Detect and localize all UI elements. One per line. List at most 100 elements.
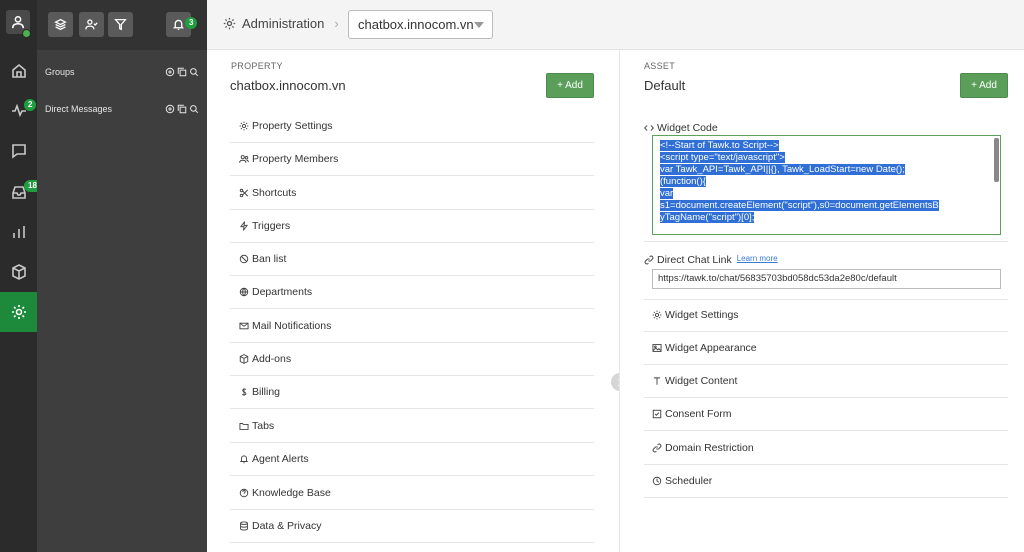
direct-chat-link-input[interactable]: https://tawk.to/chat/56835703bd058dc53da… [652,269,1001,289]
rail-reports-button[interactable] [0,212,37,252]
text-icon [653,377,661,385]
sidebar: 3 Groups Direct Messages [37,0,207,552]
property-menu-shortcuts[interactable]: Shortcuts [230,177,594,210]
property-menu-tabs[interactable]: Tabs [230,410,594,443]
online-status-dot [22,29,31,38]
property-menu-agent-alerts[interactable]: Agent Alerts [230,443,594,476]
property-menu-label: Add-ons [252,353,292,365]
layers-icon [54,18,67,31]
asset-menu-label: Widget Appearance [665,342,757,354]
image-icon [652,344,662,352]
property-menu-label: Shortcuts [252,187,297,199]
chat-icon [11,144,26,159]
direct-chat-link-label: Direct Chat Link [657,254,732,266]
property-title: chatbox.innocom.vn [230,78,346,93]
user-check-icon [85,19,98,30]
property-section-label: PROPERTY [231,61,283,71]
rail-chat-button[interactable] [0,131,37,171]
asset-section-label: ASSET [644,61,676,71]
asset-menu-scheduler[interactable]: Scheduler [644,465,1008,498]
property-menu-data-and-privacy[interactable]: Data & Privacy [230,510,594,543]
asset-menu-widget-appearance[interactable]: Widget Appearance [644,332,1008,365]
cube-icon [11,264,26,280]
code-line: <script type="text/javascript"> [660,152,785,163]
property-menu-label: Departments [252,286,313,298]
asset-menu-widget-content[interactable]: Widget Content [644,365,1008,398]
chevron-right-icon: › [334,16,339,31]
box-icon [239,354,249,364]
notification-badge: 3 [185,17,198,29]
property-menu-add-ons[interactable]: Add-ons [230,343,594,376]
copy-icon[interactable] [177,67,187,77]
property-menu-label: Knowledge Base [252,487,331,499]
user-icon [11,15,25,29]
code-icon [644,125,654,131]
code-line: <!--Start of Tawk.to Script--> [660,140,779,151]
scrollbar-thumb[interactable] [994,138,999,182]
link-icon [644,255,654,265]
widget-code-textarea[interactable]: <!--Start of Tawk.to Script--> <script ty… [652,135,1001,235]
bell-icon [172,19,185,31]
gear-icon [223,17,236,30]
add-property-button[interactable]: + Add [546,73,594,98]
property-menu-property-members[interactable]: Property Members [230,143,594,176]
page-header: Administration › chatbox.innocom.vn [207,0,1024,50]
asset-menu-widget-settings[interactable]: Widget Settings [644,299,1008,332]
property-menu-label: Data & Privacy [252,520,322,532]
gear-icon [11,305,26,319]
clock-icon [652,476,662,486]
widget-code-label: Widget Code [657,122,718,134]
property-menu-mail-notifications[interactable]: Mail Notifications [230,310,594,343]
property-menu-triggers[interactable]: Triggers [230,210,594,243]
learn-more-link[interactable]: Learn more [737,254,778,263]
rail-home-button[interactable] [0,51,37,91]
asset-menu-label: Scheduler [665,475,713,487]
rail-admin-button[interactable] [0,292,37,332]
code-line: s1=document.createElement("script"),s0=d… [660,200,939,211]
sidebar-item-label: Groups [45,67,75,77]
add-circle-icon[interactable] [165,104,175,114]
sidebar-item-label: Direct Messages [45,104,113,114]
asset-menu-consent-form[interactable]: Consent Form [644,398,1008,431]
sidebar-toolbar: 3 [37,0,207,50]
users-icon [239,155,249,163]
property-menu-label: Triggers [252,220,291,232]
property-menu-label: Tabs [252,420,275,432]
add-asset-button[interactable]: + Add [960,73,1008,98]
property-menu-ban-list[interactable]: Ban list [230,243,594,276]
asset-menu-label: Widget Settings [665,309,739,321]
property-menu-departments[interactable]: Departments [230,276,594,309]
property-menu-property-settings[interactable]: Property Settings [230,110,594,143]
code-line: var [660,188,674,199]
filter-button[interactable] [108,12,133,37]
chevron-down-icon [474,22,484,28]
property-menu-label: Agent Alerts [252,453,309,465]
search-icon[interactable] [189,67,199,77]
copy-icon[interactable] [177,104,187,114]
user-check-button[interactable] [79,12,104,37]
ban-icon [239,254,249,264]
rail-addons-button[interactable] [0,252,37,292]
rail-inbox-button[interactable] [0,172,37,212]
search-icon[interactable] [189,104,199,114]
code-line: yTagName("script")[0]; [660,212,755,223]
layers-button[interactable] [48,12,73,37]
asset-menu-label: Widget Content [665,375,738,387]
breadcrumb-administration[interactable]: Administration [242,16,324,31]
property-select-value: chatbox.innocom.vn [358,17,474,32]
asset-menu-domain-restriction[interactable]: Domain Restriction [644,432,1008,465]
mail-icon [239,322,249,330]
sidebar-item-groups[interactable]: Groups [45,64,199,80]
sidebar-item-direct-messages[interactable]: Direct Messages [45,101,199,117]
gear-icon [652,310,662,320]
property-select[interactable]: chatbox.innocom.vn [348,10,493,39]
property-menu-knowledge-base[interactable]: Knowledge Base [230,477,594,510]
add-circle-icon[interactable] [165,67,175,77]
home-icon [11,63,26,78]
property-menu-label: Property Settings [252,120,333,132]
property-menu-billing[interactable]: Billing [230,376,594,409]
code-line: var Tawk_API=Tawk_API||{}, Tawk_LoadStar… [660,164,905,175]
help-icon [239,488,249,498]
database-icon [240,521,248,531]
property-menu-label: Billing [252,386,281,398]
